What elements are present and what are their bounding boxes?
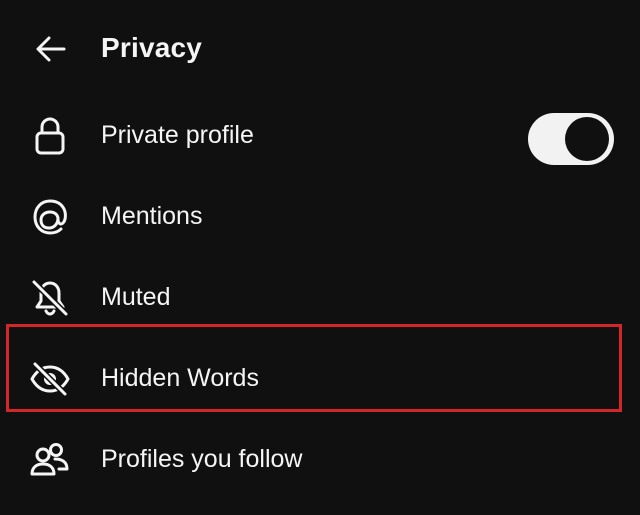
people-icon <box>28 438 72 482</box>
private-profile-toggle[interactable] <box>528 113 614 165</box>
setting-label: Muted <box>101 283 171 311</box>
setting-label: Profiles you follow <box>101 445 303 473</box>
setting-row-mentions[interactable]: Mentions <box>0 176 640 256</box>
toggle-knob <box>565 117 609 161</box>
setting-label: Mentions <box>101 202 203 230</box>
lock-icon <box>28 114 72 158</box>
arrow-left-icon <box>36 36 66 62</box>
eye-off-icon <box>28 357 72 401</box>
back-button[interactable] <box>30 28 72 70</box>
setting-row-muted[interactable]: Muted <box>0 257 640 337</box>
header: Privacy <box>0 0 640 95</box>
bell-off-icon <box>28 276 72 320</box>
page-title: Privacy <box>101 32 203 63</box>
mention-at-icon <box>28 195 72 239</box>
setting-row-private-profile[interactable]: Private profile <box>0 95 640 175</box>
setting-row-profiles-you-follow[interactable]: Profiles you follow <box>0 419 640 499</box>
privacy-screen: Privacy Private profile Mentions Muted H… <box>0 0 640 515</box>
setting-label: Hidden Words <box>101 364 259 392</box>
setting-row-hidden-words[interactable]: Hidden Words <box>0 338 640 418</box>
setting-label: Private profile <box>101 121 254 149</box>
